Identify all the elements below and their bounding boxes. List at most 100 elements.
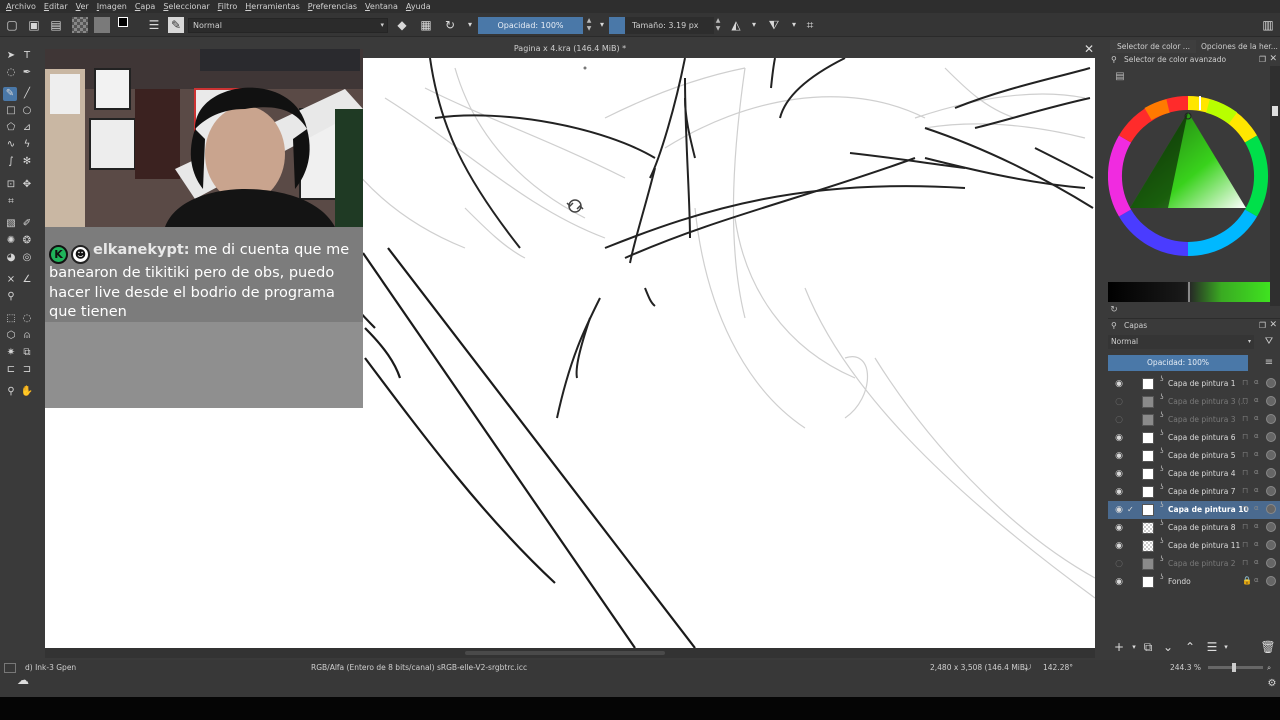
lock-icon[interactable]: 🔒 xyxy=(1242,576,1252,585)
visibility-eye-icon[interactable]: ◉ xyxy=(1113,450,1125,462)
gradient-preset-icon[interactable] xyxy=(72,17,88,33)
ellipse-tool-icon[interactable]: ○ xyxy=(20,104,34,118)
mirror-h-dropdown-icon[interactable]: ▾ xyxy=(746,17,762,33)
lock-icon[interactable]: ⊓ xyxy=(1242,378,1248,387)
rectangle-tool-icon[interactable]: □ xyxy=(4,104,18,118)
zoom-slider[interactable] xyxy=(1208,663,1263,672)
enclose-fill-tool-icon[interactable]: ◎ xyxy=(20,251,34,265)
menu-item-ayuda[interactable]: Ayuda xyxy=(406,2,431,11)
opacity-slider[interactable]: Opacidad: 100% xyxy=(478,17,583,34)
polygon-tool-icon[interactable]: ⬠ xyxy=(4,121,18,135)
lock-docker-icon[interactable]: ⚲ xyxy=(1111,53,1117,66)
menu-item-imagen[interactable]: Imagen xyxy=(97,2,127,11)
lock-icon[interactable]: ⊓ xyxy=(1242,540,1248,549)
visibility-eye-icon[interactable]: ○ xyxy=(1113,414,1125,426)
visibility-eye-icon[interactable]: ◉ xyxy=(1113,468,1125,480)
freehand-select-tool-icon[interactable]: ⍝ xyxy=(20,329,34,343)
lock-icon[interactable]: ⊓ xyxy=(1242,558,1248,567)
opacity-spin[interactable]: ▲ ▼ xyxy=(585,17,593,34)
visibility-eye-icon[interactable]: ◉ xyxy=(1113,378,1125,390)
visibility-eye-icon[interactable]: ○ xyxy=(1113,558,1125,570)
workspace-icon[interactable]: ▥ xyxy=(1260,17,1276,33)
layer-row[interactable]: ◉ ʖ Capa de pintura 7 ⊓ α xyxy=(1108,483,1280,501)
close-docker-icon[interactable]: ✕ xyxy=(1269,53,1277,66)
layer-row[interactable]: ◉ ✓ ʖ Capa de pintura 10 ⊓ α xyxy=(1108,501,1280,519)
measure-tool-icon[interactable]: ∠ xyxy=(20,273,34,287)
colorize-mask-tool-icon[interactable]: ✺ xyxy=(4,234,18,248)
lock-icon[interactable]: ⊓ xyxy=(1242,414,1248,423)
layer-row[interactable]: ◉ ʖ Capa de pintura 8 ⊓ α xyxy=(1108,519,1280,537)
refresh-icon[interactable]: ↻ xyxy=(1106,302,1122,318)
fg-bg-color-icon[interactable] xyxy=(118,17,134,33)
tab-tool-options[interactable]: Opciones de la her... xyxy=(1198,40,1280,53)
mirror-vertical-icon[interactable]: ⧨ xyxy=(766,17,782,33)
mirror-v-dropdown-icon[interactable]: ▾ xyxy=(786,17,802,33)
bezier-select-tool-icon[interactable]: ⊏ xyxy=(4,363,18,377)
eraser-icon[interactable]: ◆ xyxy=(394,17,410,33)
close-document-icon[interactable]: ✕ xyxy=(1082,40,1096,58)
lock-docker-icon[interactable]: ⚲ xyxy=(1111,319,1117,332)
inherit-alpha-icon[interactable] xyxy=(1266,468,1276,478)
calligraphy-tool-icon[interactable]: ✒ xyxy=(20,66,34,80)
assistant-tool-icon[interactable]: ⨯ xyxy=(4,273,18,287)
menu-item-preferencias[interactable]: Preferencias xyxy=(308,2,357,11)
pattern-preset-icon[interactable] xyxy=(94,17,110,33)
alpha-lock-icon[interactable]: α xyxy=(1254,540,1259,548)
lock-icon[interactable]: ⊓ xyxy=(1242,468,1248,477)
freehand-brush-tool-icon[interactable]: ✎ xyxy=(3,87,17,101)
visibility-eye-icon[interactable]: ◉ xyxy=(1113,522,1125,534)
polyline-tool-icon[interactable]: ⊿ xyxy=(20,121,34,135)
lock-icon[interactable]: ⊓ xyxy=(1242,450,1248,459)
alpha-lock-icon[interactable]: α xyxy=(1254,558,1259,566)
layer-row[interactable]: ◉ ʖ Capa de pintura 6 ⊓ α xyxy=(1108,429,1280,447)
crop-tool-icon[interactable]: ⌗ xyxy=(4,195,18,209)
layer-row[interactable]: ◉ ʖ Capa de pintura 11 ⊓ α xyxy=(1108,537,1280,555)
open-document-icon[interactable]: ▣ xyxy=(26,17,42,33)
similar-select-tool-icon[interactable]: ⧉ xyxy=(20,346,34,360)
inherit-alpha-icon[interactable] xyxy=(1266,396,1276,406)
menu-item-archivo[interactable]: Archivo xyxy=(6,2,36,11)
ellipse-select-tool-icon[interactable]: ◌ xyxy=(20,312,34,326)
freehand-path-tool-icon[interactable]: ϟ xyxy=(20,138,34,152)
multibrush-tool-icon[interactable]: ✻ xyxy=(20,155,34,169)
inherit-alpha-icon[interactable] xyxy=(1266,576,1276,586)
wrap-around-icon[interactable]: ⌗ xyxy=(802,17,818,33)
inherit-alpha-icon[interactable] xyxy=(1266,504,1276,514)
pan-tool-icon[interactable]: ✋ xyxy=(20,385,34,399)
scrollbar-thumb[interactable] xyxy=(1272,106,1278,116)
alpha-lock-icon[interactable]: α xyxy=(1254,432,1259,440)
line-tool-icon[interactable]: ╱ xyxy=(20,87,34,101)
opacity-dropdown-icon[interactable]: ▾ xyxy=(594,17,610,33)
zoom-menu-icon[interactable]: ⌕ xyxy=(1267,663,1271,673)
brush-settings-icon[interactable]: ☰ xyxy=(146,17,162,33)
inherit-alpha-icon[interactable] xyxy=(1266,522,1276,532)
layer-blend-mode-select[interactable]: Normal ▾ xyxy=(1108,335,1254,349)
tab-color-selector[interactable]: Selector de color ... xyxy=(1110,40,1196,53)
close-docker-icon[interactable]: ✕ xyxy=(1269,319,1277,332)
save-icon[interactable]: ▤ xyxy=(48,17,64,33)
move-layer-down-icon[interactable]: ⌄ xyxy=(1160,639,1176,655)
visibility-eye-icon[interactable]: ◉ xyxy=(1113,576,1125,588)
reference-tool-icon[interactable]: ⚲ xyxy=(4,290,18,304)
visibility-eye-icon[interactable]: ◉ xyxy=(1113,432,1125,444)
menu-item-capa[interactable]: Capa xyxy=(135,2,155,11)
alpha-lock-icon[interactable]: α xyxy=(1254,396,1259,404)
alpha-lock-icon[interactable]: α xyxy=(1254,414,1259,422)
inherit-alpha-icon[interactable] xyxy=(1266,432,1276,442)
new-document-icon[interactable]: ▢ xyxy=(4,17,20,33)
edit-shapes-tool-icon[interactable]: ◌ xyxy=(4,66,18,80)
color-selector[interactable] xyxy=(1108,66,1270,286)
alpha-lock-icon[interactable]: α xyxy=(1254,468,1259,476)
inherit-alpha-icon[interactable] xyxy=(1266,378,1276,388)
transform-tool-icon[interactable]: ⊡ xyxy=(4,178,18,192)
color-wheel[interactable] xyxy=(1108,66,1270,286)
dynamic-brush-tool-icon[interactable]: ∫ xyxy=(4,155,18,169)
lock-icon[interactable]: ⊓ xyxy=(1242,504,1248,513)
float-docker-icon[interactable]: ❐ xyxy=(1259,53,1266,66)
contiguous-select-tool-icon[interactable]: ✷ xyxy=(4,346,18,360)
smart-patch-tool-icon[interactable]: ❂ xyxy=(20,234,34,248)
inherit-alpha-icon[interactable] xyxy=(1266,414,1276,424)
menu-item-seleccionar[interactable]: Seleccionar xyxy=(163,2,209,11)
layer-row[interactable]: ◉ ʖ Capa de pintura 4 ⊓ α xyxy=(1108,465,1280,483)
menu-item-ventana[interactable]: Ventana xyxy=(365,2,398,11)
